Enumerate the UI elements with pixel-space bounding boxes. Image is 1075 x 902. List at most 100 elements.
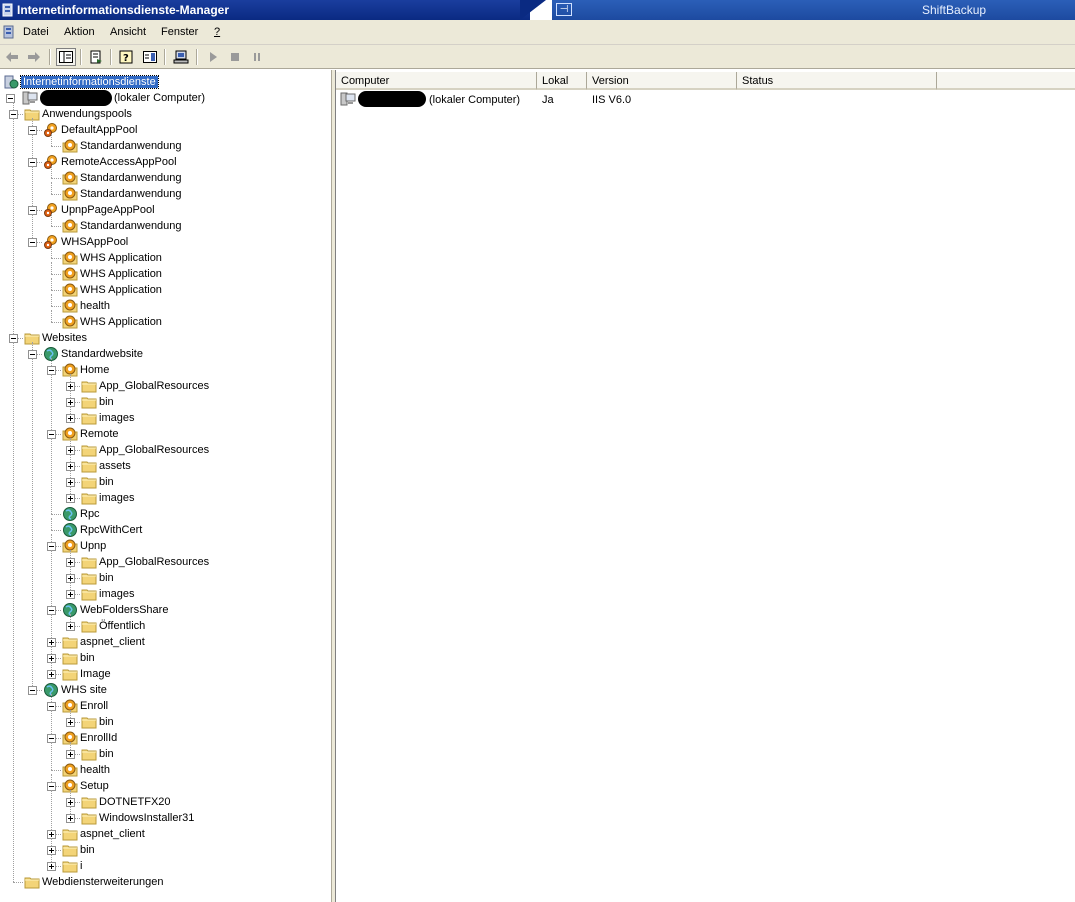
tree-node[interactable]: images [0, 586, 331, 602]
tree-node[interactable]: i [0, 858, 331, 874]
tree-node[interactable]: Standardanwendung [0, 138, 331, 154]
tree-node[interactable]: WHS Application [0, 282, 331, 298]
details-list[interactable]: Computer Lokal Version Status (lokaler C… [336, 70, 1075, 902]
tree-node[interactable]: bin [0, 394, 331, 410]
tree-node[interactable]: WHSAppPool [0, 234, 331, 250]
tree-node[interactable]: bin [0, 474, 331, 490]
play-button[interactable] [203, 48, 223, 66]
tree-node[interactable]: Remote [0, 426, 331, 442]
tree-node[interactable]: WHS Application [0, 266, 331, 282]
title-bar-other-window[interactable] [552, 0, 1075, 20]
tree-node-label: Websites [42, 332, 88, 344]
tree-node[interactable]: EnrollId [0, 730, 331, 746]
tree-node-label: WebFoldersShare [80, 604, 169, 616]
tree-node[interactable]: RpcWithCert [0, 522, 331, 538]
tree-node[interactable]: Öffentlich [0, 618, 331, 634]
tree-node[interactable]: Standardwebsite [0, 346, 331, 362]
export-list-button[interactable] [86, 48, 106, 66]
tree-node[interactable]: UpnpPageAppPool [0, 202, 331, 218]
tree-node[interactable]: Setup [0, 778, 331, 794]
tree-node[interactable]: aspnet_client [0, 826, 331, 842]
tree-node[interactable]: bin [0, 746, 331, 762]
expand-icon[interactable] [66, 590, 75, 599]
tree-node[interactable]: bin [0, 842, 331, 858]
tree-node[interactable]: App_GlobalResources [0, 554, 331, 570]
collapse-icon[interactable] [28, 686, 37, 695]
tree-node[interactable]: Image [0, 666, 331, 682]
column-header-computer[interactable]: Computer [336, 72, 537, 90]
tree-node[interactable]: Upnp [0, 538, 331, 554]
tree-node[interactable]: WebFoldersShare [0, 602, 331, 618]
tree-node[interactable]: bin [0, 650, 331, 666]
tree-node[interactable]: Internetinformationsdienste [0, 74, 331, 90]
column-header-filler [937, 72, 1075, 90]
tree-node[interactable]: (lokaler Computer) [0, 90, 331, 106]
tree-node[interactable]: Websites [0, 330, 331, 346]
tree-node[interactable]: Standardanwendung [0, 218, 331, 234]
properties-button[interactable] [140, 48, 160, 66]
tree-node[interactable]: Webdiensterweiterungen [0, 874, 331, 890]
tree-node[interactable]: health [0, 762, 331, 778]
system-menu-icon[interactable] [2, 25, 16, 39]
menu-aktion[interactable]: Aktion [64, 26, 95, 38]
expand-icon[interactable] [66, 622, 75, 631]
menu-datei[interactable]: Datei [23, 26, 49, 38]
tree-node[interactable]: Standardanwendung [0, 170, 331, 186]
tree-node-label: DOTNETFX20 [99, 796, 171, 808]
tree-node[interactable]: Anwendungspools [0, 106, 331, 122]
title-bar[interactable]: Internetinformationsdienste-Manager ⊣ Sh… [0, 0, 1075, 20]
tree-node-label: aspnet_client [80, 828, 145, 840]
tree-node-label: WHS Application [80, 316, 162, 328]
application-icon [62, 266, 78, 282]
tree-node[interactable]: Home [0, 362, 331, 378]
connect-computer-button[interactable] [171, 48, 191, 66]
column-header-lokal[interactable]: Lokal [537, 72, 587, 90]
application-icon [62, 298, 78, 314]
tree-node-label: Home [80, 364, 110, 376]
collapse-icon[interactable] [28, 238, 37, 247]
pin-icon[interactable]: ⊣ [556, 3, 572, 16]
expand-icon[interactable] [66, 814, 75, 823]
help-button[interactable]: ? [116, 48, 136, 66]
expand-icon[interactable] [47, 670, 56, 679]
column-header-version[interactable]: Version [587, 72, 737, 90]
tree-node[interactable]: WHS Application [0, 314, 331, 330]
tree-node[interactable]: RemoteAccessAppPool [0, 154, 331, 170]
pause-button[interactable] [247, 48, 267, 66]
show-hide-tree-button[interactable] [56, 48, 76, 66]
console-tree[interactable]: Internetinformationsdienste (lokaler Comp… [0, 70, 331, 902]
tree-node[interactable]: images [0, 490, 331, 506]
forward-button[interactable] [24, 48, 44, 66]
tree-node[interactable]: App_GlobalResources [0, 442, 331, 458]
tree-node[interactable]: assets [0, 458, 331, 474]
expand-icon[interactable] [66, 750, 75, 759]
expand-icon[interactable] [47, 862, 56, 871]
tree-node[interactable]: WHS site [0, 682, 331, 698]
tree-node[interactable]: App_GlobalResources [0, 378, 331, 394]
expand-icon[interactable] [66, 414, 75, 423]
tree-node[interactable]: Standardanwendung [0, 186, 331, 202]
tree-node[interactable]: Enroll [0, 698, 331, 714]
expand-icon[interactable] [66, 718, 75, 727]
tree-node[interactable]: DefaultAppPool [0, 122, 331, 138]
tree-node[interactable]: WindowsInstaller31 [0, 810, 331, 826]
tree-node[interactable]: DOTNETFX20 [0, 794, 331, 810]
tree-node[interactable]: images [0, 410, 331, 426]
tree-node[interactable]: bin [0, 570, 331, 586]
tree-node[interactable]: WHS Application [0, 250, 331, 266]
menu-fenster[interactable]: Fenster [161, 26, 198, 38]
tree-node[interactable]: aspnet_client [0, 634, 331, 650]
back-button[interactable] [2, 48, 22, 66]
tree-connector-line [32, 358, 33, 690]
svg-text:?: ? [123, 53, 129, 64]
tree-node[interactable]: health [0, 298, 331, 314]
tree-node[interactable]: Rpc [0, 506, 331, 522]
menu-help[interactable]: ? [214, 26, 220, 38]
menu-ansicht[interactable]: Ansicht [110, 26, 146, 38]
folder-icon [81, 394, 97, 410]
pause-icon [254, 53, 260, 61]
stop-button[interactable] [225, 48, 245, 66]
column-header-status[interactable]: Status [737, 72, 937, 90]
expand-icon[interactable] [66, 494, 75, 503]
tree-node[interactable]: bin [0, 714, 331, 730]
